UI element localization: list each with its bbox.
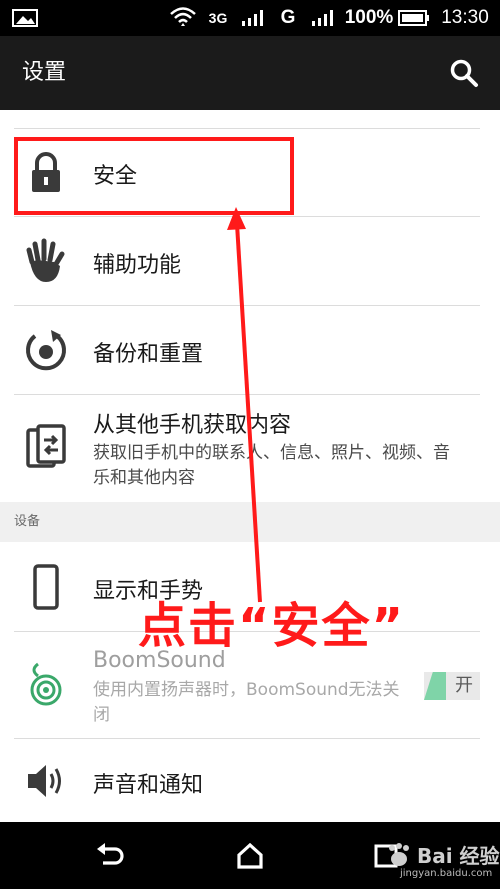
search-button[interactable] <box>440 49 488 97</box>
settings-item-transfer[interactable]: 从其他手机获取内容 获取旧手机中的联系人、信息、照片、视频、音乐和其他内容 <box>0 395 500 501</box>
watermark: Bai 经验 <box>385 840 500 869</box>
settings-item-backup[interactable]: 备份和重置 <box>0 306 500 394</box>
settings-item-label: 辅助功能 <box>93 253 182 278</box>
settings-item-label: 备份和重置 <box>93 342 204 367</box>
backup-icon <box>22 326 70 374</box>
clock-label: 13:30 <box>441 7 489 28</box>
battery-percent: 100% <box>342 0 396 36</box>
status-bar: 3G G 100% 13:30 <box>0 0 500 36</box>
back-icon <box>97 843 124 865</box>
annotation-text: 点击“安全” <box>138 598 406 654</box>
signal-2-icon <box>306 0 338 36</box>
watermark-url: jingyan.baidu.com <box>400 868 493 879</box>
settings-item-accessibility[interactable]: 辅助功能 <box>0 217 500 305</box>
battery-icon <box>396 0 432 36</box>
wifi-icon <box>168 0 198 36</box>
app-bar: 设置 <box>0 36 500 110</box>
speaker-icon <box>22 757 70 805</box>
back-button[interactable] <box>86 832 134 880</box>
phone-icon <box>22 563 70 611</box>
network-g-indicator: G <box>276 0 300 36</box>
phone-transfer-icon <box>22 423 70 471</box>
paw-logo-icon <box>389 842 409 866</box>
settings-item-subtitle: 获取旧手机中的联系人、信息、照片、视频、音乐和其他内容 <box>93 443 450 488</box>
home-button[interactable] <box>226 832 274 880</box>
home-icon <box>237 843 263 869</box>
boomsound-icon <box>22 660 70 708</box>
toggle-indicator <box>424 672 446 700</box>
settings-item-label: 声音和通知 <box>93 773 204 798</box>
signal-icon <box>238 0 268 36</box>
watermark-text: Bai 经验 <box>417 844 500 868</box>
highlight-box <box>14 137 294 215</box>
network-3g-indicator: 3G <box>204 0 232 36</box>
settings-item-subtitle: 使用内置扬声器时，BoomSound无法关闭 <box>93 680 400 725</box>
battery-percent-label: 100% <box>344 7 394 28</box>
boomsound-toggle[interactable]: 开 <box>424 672 480 700</box>
section-label: 设备 <box>14 514 41 529</box>
settings-item-label: 从其他手机获取内容 <box>93 413 292 438</box>
network-3g-label: 3G <box>208 10 228 26</box>
network-g-label: G <box>280 7 296 28</box>
hand-icon <box>22 237 70 285</box>
toggle-label: 开 <box>455 675 473 696</box>
settings-item-sound[interactable]: 声音和通知 <box>0 739 500 822</box>
search-icon <box>450 59 478 87</box>
page-title: 设置 <box>22 60 67 85</box>
section-header-device: 设备 <box>0 502 500 542</box>
clock: 13:30 <box>436 0 494 36</box>
picture-notification-icon <box>10 0 40 36</box>
